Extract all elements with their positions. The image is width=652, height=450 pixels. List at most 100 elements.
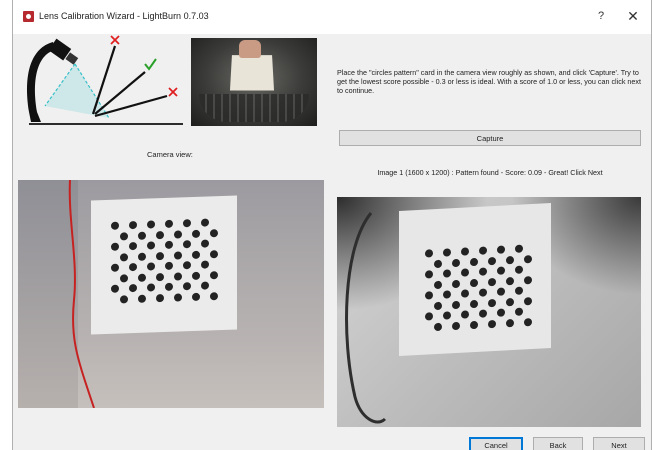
bad-angle-mark-low <box>168 87 178 97</box>
pattern-dot <box>165 261 173 270</box>
pattern-dot <box>425 312 433 321</box>
pattern-dot <box>497 308 505 317</box>
pattern-dot <box>461 247 469 256</box>
pattern-dot <box>129 241 137 251</box>
pattern-dot <box>443 290 451 299</box>
pattern-dot <box>443 269 451 278</box>
pattern-dot <box>183 261 191 270</box>
pattern-dot <box>156 293 164 302</box>
pattern-dot <box>479 246 487 255</box>
pattern-dot <box>425 249 433 258</box>
cancel-button[interactable]: Cancel <box>469 437 523 450</box>
pattern-dot <box>120 231 128 241</box>
app-icon <box>23 11 34 22</box>
pattern-dot <box>165 282 173 291</box>
title-bar: Lens Calibration Wizard - LightBurn 0.7.… <box>13 0 651 34</box>
pattern-dot <box>111 284 119 293</box>
pattern-dot <box>497 245 505 254</box>
pattern-dot <box>506 318 514 327</box>
pattern-dot <box>470 320 478 329</box>
pattern-dot <box>461 268 469 277</box>
captured-image <box>337 197 641 427</box>
pattern-dot <box>210 249 218 258</box>
pattern-dot <box>434 280 442 289</box>
pattern-dot <box>147 220 155 229</box>
pattern-dot <box>524 317 532 326</box>
pattern-dot <box>129 262 137 272</box>
pattern-dot <box>210 291 218 300</box>
pattern-dot <box>156 251 164 260</box>
pattern-dot <box>434 301 442 310</box>
pattern-dot <box>506 255 514 264</box>
pattern-dot <box>461 310 469 319</box>
pattern-dot <box>147 241 155 250</box>
pattern-dot <box>515 307 523 316</box>
pattern-dot <box>120 273 128 283</box>
pattern-dot <box>524 275 532 284</box>
pattern-dot <box>174 292 182 302</box>
pattern-dot <box>111 242 119 251</box>
example-photo-card <box>229 55 275 91</box>
pattern-dot <box>174 229 182 239</box>
pattern-dot <box>210 270 218 279</box>
pattern-dot <box>443 311 451 320</box>
pattern-dot <box>452 321 460 330</box>
pattern-dot <box>488 298 496 307</box>
pattern-dot <box>192 250 200 259</box>
help-icon[interactable]: ? <box>593 8 609 24</box>
pattern-dot <box>156 230 164 239</box>
pattern-dot <box>524 254 532 263</box>
pattern-dot <box>488 277 496 286</box>
pattern-dot <box>129 220 137 230</box>
camera-angle-diagram <box>27 35 183 125</box>
pattern-dot <box>470 257 478 266</box>
pattern-dot <box>470 278 478 287</box>
close-icon[interactable]: ✕ <box>625 8 641 24</box>
pattern-dot <box>425 291 433 300</box>
pattern-dot <box>129 283 137 293</box>
pattern-dot <box>156 272 164 281</box>
pattern-dot <box>192 229 200 238</box>
camera-view-label: Camera view: <box>147 150 193 159</box>
pattern-dot <box>165 240 173 249</box>
pattern-dot <box>147 262 155 271</box>
pattern-dot <box>138 231 146 240</box>
pattern-dot <box>488 256 496 265</box>
pattern-dot <box>165 219 173 228</box>
pattern-dot <box>201 281 209 290</box>
pattern-dot <box>201 260 209 269</box>
pattern-dot <box>120 252 128 262</box>
pattern-dot <box>488 319 496 328</box>
pattern-dot <box>138 273 146 282</box>
pattern-dot <box>183 219 191 228</box>
pattern-dot <box>210 228 218 237</box>
pattern-dot <box>524 296 532 305</box>
pattern-dot <box>461 289 469 298</box>
pattern-dot <box>138 294 146 303</box>
pattern-dot <box>515 265 523 274</box>
example-photo <box>191 38 317 126</box>
capture-status: Image 1 (1600 x 1200) : Pattern found - … <box>377 168 603 177</box>
pattern-dot <box>479 267 487 276</box>
pattern-dot <box>452 258 460 267</box>
pattern-dot <box>174 250 182 260</box>
pattern-dot <box>120 294 128 304</box>
example-photo-grid <box>199 94 309 122</box>
pattern-dot <box>201 218 209 227</box>
pattern-dot <box>497 266 505 275</box>
bad-angle-mark-top <box>110 35 120 45</box>
pattern-dot <box>479 288 487 297</box>
camera-view <box>18 180 324 408</box>
pattern-dot <box>192 271 200 280</box>
pattern-dot <box>443 248 451 257</box>
pattern-dot <box>479 309 487 318</box>
camera-pattern-card <box>91 195 237 335</box>
pattern-dot <box>174 271 182 281</box>
next-button[interactable]: Next <box>593 437 645 450</box>
instructions-text: Place the "circles pattern" card in the … <box>337 68 642 95</box>
pattern-dot <box>183 282 191 291</box>
pattern-dot <box>506 276 514 285</box>
example-photo-hand <box>239 40 261 58</box>
back-button[interactable]: Back <box>533 437 583 450</box>
capture-button[interactable]: Capture <box>339 130 641 146</box>
